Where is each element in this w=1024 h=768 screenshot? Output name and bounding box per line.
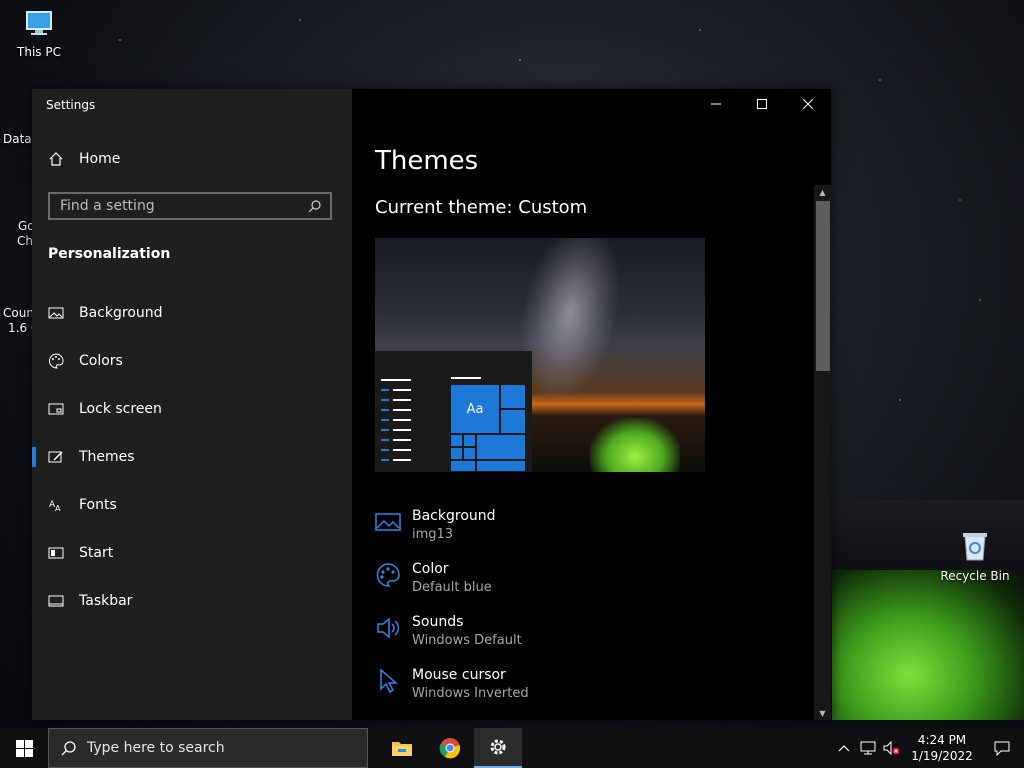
property-value: Windows Default (412, 633, 522, 648)
sidebar-item-label: Start (79, 545, 114, 561)
window-title: Settings (46, 98, 96, 112)
lock-screen-icon (48, 403, 64, 415)
volume-muted-icon[interactable] (880, 728, 904, 768)
close-icon (803, 99, 813, 109)
network-icon[interactable] (856, 728, 880, 768)
property-name: Mouse cursor (412, 667, 506, 683)
minimize-icon (711, 103, 721, 105)
maximize-button[interactable] (739, 89, 785, 119)
property-name: Sounds (412, 614, 464, 630)
settings-gear-icon (490, 739, 506, 755)
preview-tile-aa: Aa (451, 385, 499, 433)
theme-property-background[interactable]: Background img13 (375, 507, 496, 545)
current-theme-heading: Current theme: Custom (375, 197, 588, 218)
property-name: Background (412, 508, 496, 524)
sidebar-item-label: Fonts (79, 497, 117, 513)
palette-icon (49, 353, 64, 369)
preview-menu-lines (381, 379, 411, 469)
maximize-icon (757, 99, 767, 109)
image-icon (48, 307, 64, 319)
clock-time: 4:24 PM (917, 733, 967, 747)
nav-home-label: Home (79, 151, 121, 167)
settings-window: Settings Home Personalization Background… (32, 89, 831, 720)
sidebar-item-fonts[interactable]: AA Fonts (32, 481, 352, 529)
taskbar-app-file-explorer[interactable] (378, 728, 426, 768)
wallpaper-tent (832, 570, 1024, 720)
notification-icon (994, 741, 1010, 756)
action-center-button[interactable] (980, 728, 1024, 768)
theme-property-sounds[interactable]: Sounds Windows Default (375, 613, 522, 651)
clock-date: 1/19/2022 (911, 749, 973, 763)
sidebar-item-label: Background (79, 305, 163, 321)
search-input[interactable] (60, 198, 300, 214)
sidebar-item-label: Taskbar (79, 593, 133, 609)
page-title: Themes (375, 146, 479, 176)
fonts-icon: AA (49, 500, 61, 513)
sidebar-item-lock-screen[interactable]: Lock screen (32, 385, 352, 433)
taskbar: Type here to search 4:24 PM 1/19/2022 (0, 728, 1024, 768)
theme-property-color[interactable]: Color Default blue (375, 560, 492, 598)
desktop-icon-label-clipped[interactable]: Ch (17, 234, 33, 248)
search-icon[interactable] (308, 199, 322, 213)
sidebar-item-label: Lock screen (79, 401, 162, 417)
computer-icon (14, 10, 64, 41)
scroll-down-arrow-icon[interactable]: ▼ (814, 706, 831, 720)
taskbar-icon (48, 595, 64, 607)
speaker-icon (377, 617, 400, 639)
property-value: img13 (412, 527, 454, 542)
desktop-icon-label-clipped[interactable]: Coun (3, 306, 34, 320)
file-explorer-icon (392, 742, 412, 756)
preview-start-menu: Aa (375, 351, 532, 472)
desktop-icon-recycle-bin[interactable]: Recycle Bin (940, 530, 1010, 583)
content-scrollbar[interactable]: ▲ ▼ (814, 185, 831, 720)
minimize-button[interactable] (693, 89, 739, 119)
taskbar-app-chrome[interactable] (426, 728, 474, 768)
desktop-icon-label: Recycle Bin (940, 569, 1010, 583)
settings-sidebar: Settings Home Personalization Background… (32, 89, 352, 720)
property-value: Default blue (412, 580, 492, 595)
windows-logo-icon (15, 739, 33, 757)
section-title: Personalization (48, 246, 171, 262)
cursor-icon (380, 668, 399, 694)
preview-tiles: Aa (451, 379, 527, 471)
sidebar-item-taskbar[interactable]: Taskbar (32, 577, 352, 625)
personalization-nav: Background Colors Lock screen Themes AA … (32, 289, 352, 625)
find-setting-search[interactable] (48, 192, 332, 220)
theme-property-mouse-cursor[interactable]: Mouse cursor Windows Inverted (375, 666, 529, 704)
property-value: Windows Inverted (412, 686, 529, 701)
sidebar-item-label: Colors (79, 353, 123, 369)
image-icon (375, 513, 401, 531)
close-button[interactable] (785, 89, 831, 119)
chrome-icon (439, 738, 461, 759)
start-icon (48, 547, 64, 559)
show-hidden-icons-chevron-up-icon[interactable] (832, 728, 856, 768)
home-icon (49, 152, 63, 166)
window-caption-buttons (693, 89, 831, 119)
palette-icon (376, 563, 400, 587)
sidebar-item-themes[interactable]: Themes (32, 433, 352, 481)
nav-home[interactable]: Home (48, 151, 120, 167)
recycle-bin-icon (940, 530, 1010, 565)
taskbar-search-box[interactable]: Type here to search (48, 728, 368, 768)
preview-tent (590, 418, 680, 472)
taskbar-clock[interactable]: 4:24 PM 1/19/2022 (910, 732, 974, 764)
property-name: Color (412, 561, 449, 577)
search-icon (61, 741, 76, 756)
themes-icon (48, 451, 63, 463)
theme-preview: Aa (375, 238, 705, 472)
taskbar-search-placeholder: Type here to search (87, 740, 225, 756)
sidebar-item-start[interactable]: Start (32, 529, 352, 577)
taskbar-app-settings[interactable] (474, 728, 522, 768)
sidebar-item-label: Themes (79, 449, 135, 465)
sidebar-item-colors[interactable]: Colors (32, 337, 352, 385)
themes-page: Themes Current theme: Custom Aa Backgrou… (352, 89, 831, 720)
system-tray: 4:24 PM 1/19/2022 (832, 728, 1024, 768)
desktop-icon-label: This PC (17, 45, 61, 59)
sidebar-item-background[interactable]: Background (32, 289, 352, 337)
start-button[interactable] (0, 728, 48, 768)
scroll-up-arrow-icon[interactable]: ▲ (814, 185, 831, 199)
desktop-icon-this-pc[interactable]: This PC (14, 10, 64, 59)
svg-text:A: A (55, 504, 61, 513)
scroll-thumb[interactable] (816, 201, 830, 371)
